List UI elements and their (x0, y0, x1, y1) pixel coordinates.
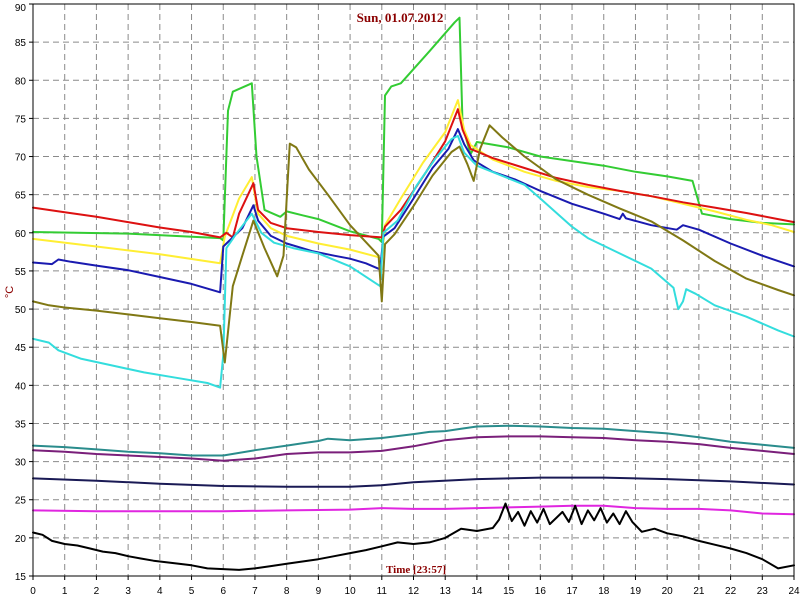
x-tick-label: 2 (94, 586, 100, 597)
y-tick-label: 45 (15, 343, 27, 354)
x-tick-label: 12 (408, 586, 420, 597)
chart-title: Sun, 01.07.2012 (357, 10, 444, 25)
y-tick-label: 65 (15, 191, 27, 202)
x-tick-label: 0 (30, 586, 36, 597)
y-tick-label: 75 (15, 114, 27, 125)
x-tick-label: 16 (535, 586, 547, 597)
y-tick-label: 20 (15, 534, 27, 545)
x-tick-label: 1 (62, 586, 68, 597)
y-axis-label: °C (4, 286, 16, 298)
y-tick-label: 90 (15, 3, 27, 14)
x-tick-label: 4 (157, 586, 163, 597)
y-tick-label: 15 (15, 572, 27, 583)
x-tick-label: 18 (598, 586, 610, 597)
x-tick-label: 5 (189, 586, 195, 597)
x-tick-label: 23 (757, 586, 769, 597)
y-tick-label: 30 (15, 458, 27, 469)
x-tick-label: 7 (252, 586, 258, 597)
x-tick-label: 21 (693, 586, 705, 597)
y-tick-label: 40 (15, 381, 27, 392)
x-axis-label: Time [23:57] (386, 564, 446, 576)
y-tick-label: 50 (15, 305, 27, 316)
y-tick-label: 55 (15, 267, 27, 278)
x-tick-label: 22 (725, 586, 737, 597)
y-tick-label: 60 (15, 229, 27, 240)
y-tick-label: 35 (15, 419, 27, 430)
y-tick-label: 85 (15, 38, 27, 49)
x-tick-label: 24 (788, 586, 800, 597)
x-tick-label: 14 (471, 586, 483, 597)
x-tick-label: 6 (220, 586, 226, 597)
x-tick-label: 8 (284, 586, 290, 597)
x-tick-label: 3 (125, 586, 131, 597)
x-tick-label: 11 (377, 586, 388, 597)
y-tick-label: 70 (15, 153, 27, 164)
temperature-chart: 15202530354045505560657075808590 0123456… (0, 0, 800, 600)
x-tick-label: 19 (630, 586, 642, 597)
x-tick-label: 13 (440, 586, 452, 597)
x-tick-label: 17 (566, 586, 578, 597)
x-tick-label: 9 (316, 586, 322, 597)
x-tick-label: 20 (662, 586, 674, 597)
x-tick-label: 10 (345, 586, 357, 597)
plot-background (0, 0, 800, 600)
x-tick-label: 15 (503, 586, 515, 597)
y-tick-label: 80 (15, 76, 27, 87)
y-tick-label: 25 (15, 496, 27, 507)
